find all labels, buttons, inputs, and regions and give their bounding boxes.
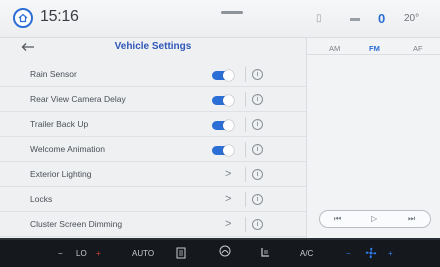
setting-label: Trailer Back Up: [30, 119, 89, 129]
chevron-right-icon: >: [225, 168, 232, 180]
divider: [245, 142, 246, 157]
auto-button[interactable]: AUTO: [132, 249, 154, 258]
settings-list: Rain Sensor i Rear View Camera Delay i T…: [0, 62, 306, 237]
page-title: Vehicle Settings: [114, 41, 192, 52]
setting-label: Cluster Screen Dimming: [30, 219, 123, 229]
drawer-handle[interactable]: [221, 11, 243, 14]
home-icon: [18, 13, 28, 23]
tab-fm[interactable]: FM: [369, 44, 380, 53]
divider: [245, 117, 246, 132]
clock: 15:16: [40, 8, 79, 25]
divider: [245, 217, 246, 232]
status-bar: 15:16 ▯ ▬ 0 20°: [0, 0, 440, 38]
chevron-right-icon: >: [225, 193, 232, 205]
setting-label: Rear View Camera Delay: [30, 94, 126, 104]
outside-temp: 20°: [404, 13, 420, 24]
setting-row-rear-camera-delay[interactable]: Rear View Camera Delay i: [0, 87, 306, 112]
divider: [245, 192, 246, 207]
setting-row-cluster-screen-dimming[interactable]: Cluster Screen Dimming > i: [0, 212, 306, 237]
chevron-right-icon: >: [225, 218, 232, 230]
fan-seat-icon[interactable]: [218, 244, 232, 258]
seek-forward-icon[interactable]: ⏭: [408, 214, 415, 224]
divider: [245, 67, 246, 82]
welcome-animation-toggle[interactable]: [212, 145, 234, 156]
info-icon[interactable]: i: [252, 169, 263, 180]
setting-label: Exterior Lighting: [30, 169, 92, 179]
fan-icon[interactable]: [364, 246, 378, 260]
driver-temp-down-button[interactable]: −: [58, 249, 63, 258]
divider: [245, 92, 246, 107]
seek-back-icon[interactable]: ⏮: [334, 214, 341, 224]
passenger-temp-down-button[interactable]: −: [346, 249, 351, 258]
play-icon[interactable]: ▷: [371, 214, 377, 223]
climate-bar: − LO + AUTO A/C − +: [0, 238, 440, 267]
home-button[interactable]: [13, 8, 33, 28]
ac-button[interactable]: A/C: [300, 249, 313, 258]
tab-divider: [307, 54, 440, 55]
divider: [245, 167, 246, 182]
setting-label: Welcome Animation: [30, 144, 105, 154]
setting-label: Rain Sensor: [30, 69, 77, 79]
setting-row-exterior-lighting[interactable]: Exterior Lighting > i: [0, 162, 306, 187]
panel-header: Vehicle Settings: [0, 38, 306, 58]
tab-am[interactable]: AM: [329, 44, 340, 53]
setting-label: Locks: [30, 194, 53, 204]
passenger-temp-up-button[interactable]: +: [388, 249, 393, 258]
signal-icon: ▬: [350, 13, 360, 24]
infotainment-screen: 15:16 ▯ ▬ 0 20° Vehicle Settings Rain Se…: [0, 0, 440, 267]
driver-temp-up-button[interactable]: +: [96, 249, 101, 258]
info-icon[interactable]: i: [252, 94, 263, 105]
setting-row-welcome-animation[interactable]: Welcome Animation i: [0, 137, 306, 162]
driver-temp-label: LO: [76, 249, 87, 258]
band-tabs: AM FM AF: [307, 44, 440, 58]
seat-heat-icon[interactable]: [258, 246, 272, 260]
setting-row-rain-sensor[interactable]: Rain Sensor i: [0, 62, 306, 87]
setting-row-locks[interactable]: Locks > i: [0, 187, 306, 212]
phone-icon: ▯: [316, 13, 322, 24]
info-icon[interactable]: i: [252, 119, 263, 130]
media-controls: ⏮ ▷ ⏭: [319, 210, 431, 228]
vehicle-settings-panel: Vehicle Settings Rain Sensor i Rear View…: [0, 38, 306, 238]
rain-sensor-toggle[interactable]: [212, 70, 234, 81]
info-icon[interactable]: i: [252, 194, 263, 205]
info-icon[interactable]: i: [252, 219, 263, 230]
info-icon[interactable]: i: [252, 144, 263, 155]
rear-camera-delay-toggle[interactable]: [212, 95, 234, 106]
temp-setting: 0: [378, 11, 386, 26]
setting-row-trailer-back-up[interactable]: Trailer Back Up i: [0, 112, 306, 137]
rear-defrost-icon[interactable]: [174, 246, 188, 260]
media-panel: AM FM AF ⏮ ▷ ⏭: [306, 38, 440, 238]
info-icon[interactable]: i: [252, 69, 263, 80]
tab-af[interactable]: AF: [413, 44, 423, 53]
trailer-back-up-toggle[interactable]: [212, 120, 234, 131]
